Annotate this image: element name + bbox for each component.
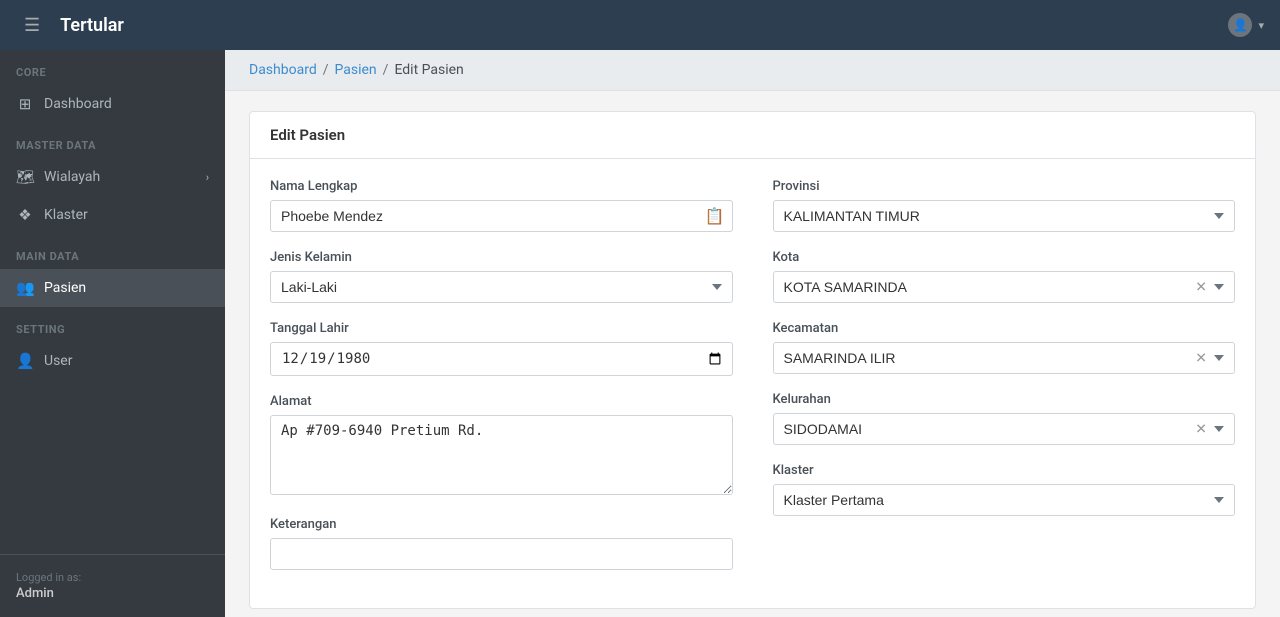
navbar: ☰ Tertular 👤 ▾ xyxy=(0,0,1280,50)
sidebar-item-klaster-label: Klaster xyxy=(44,207,88,223)
kelurahan-clear-button[interactable]: ✕ xyxy=(1193,421,1209,438)
kelurahan-select-wrapper: SIDODAMAI SUNGAI PINANG ✕ xyxy=(773,413,1236,445)
card-body: Nama Lengkap 📋 Jenis Kelamin Laki-Laki xyxy=(250,159,1255,608)
form-grid: Nama Lengkap 📋 Jenis Kelamin Laki-Laki xyxy=(270,179,1235,588)
nama-lengkap-input-wrapper: 📋 xyxy=(270,200,733,232)
user-dropdown-chevron: ▾ xyxy=(1258,19,1264,32)
label-jenis-kelamin: Jenis Kelamin xyxy=(270,250,733,265)
kelurahan-select[interactable]: SIDODAMAI SUNGAI PINANG xyxy=(773,413,1236,445)
breadcrumb-current: Edit Pasien xyxy=(394,62,463,78)
form-group-tanggal-lahir: Tanggal Lahir xyxy=(270,321,733,376)
form-group-nama-lengkap: Nama Lengkap 📋 xyxy=(270,179,733,232)
label-tanggal-lahir: Tanggal Lahir xyxy=(270,321,733,336)
sidebar-item-wialayah[interactable]: 🗺 Wialayah › xyxy=(0,158,225,196)
user-avatar-icon: 👤 xyxy=(1228,13,1252,37)
kota-clear-button[interactable]: ✕ xyxy=(1193,279,1209,296)
label-alamat: Alamat xyxy=(270,394,733,409)
label-keterangan: Keterangan xyxy=(270,517,733,532)
user-icon: 👤 xyxy=(16,352,34,370)
provinsi-select[interactable]: KALIMANTAN TIMUR JAWA BARAT JAWA TIMUR xyxy=(773,200,1236,232)
sidebar-item-dashboard-label: Dashboard xyxy=(44,96,112,112)
sidebar-section-setting-label: SETTING xyxy=(0,307,225,342)
sidebar-item-pasien-label: Pasien xyxy=(44,280,86,296)
logged-in-as-label: Logged in as: xyxy=(16,571,209,584)
kota-select[interactable]: KOTA SAMARINDA BALIKPAPAN xyxy=(773,271,1236,303)
sidebar-item-user-label: User xyxy=(44,353,72,369)
klaster-select[interactable]: Klaster Pertama Klaster Kedua xyxy=(773,484,1236,516)
kota-select-wrapper: KOTA SAMARINDA BALIKPAPAN ✕ xyxy=(773,271,1236,303)
form-group-provinsi: Provinsi KALIMANTAN TIMUR JAWA BARAT JAW… xyxy=(773,179,1236,232)
sidebar-section-master-data-label: MASTER DATA xyxy=(0,123,225,158)
tanggal-lahir-input[interactable] xyxy=(270,342,733,376)
nama-lengkap-input[interactable] xyxy=(270,200,733,232)
map-icon: 🗺 xyxy=(16,168,34,186)
form-group-kelurahan: Kelurahan SIDODAMAI SUNGAI PINANG ✕ xyxy=(773,392,1236,445)
sidebar-section-core: CORE ⊞ Dashboard xyxy=(0,50,225,123)
card-title: Edit Pasien xyxy=(250,112,1255,159)
breadcrumb: Dashboard / Pasien / Edit Pasien xyxy=(225,50,1280,91)
sidebar-section-master-data: MASTER DATA 🗺 Wialayah › ❖ Klaster xyxy=(0,123,225,234)
keterangan-input[interactable] xyxy=(270,538,733,570)
form-right-col: Provinsi KALIMANTAN TIMUR JAWA BARAT JAW… xyxy=(773,179,1236,588)
sidebar: CORE ⊞ Dashboard MASTER DATA 🗺 Wialayah … xyxy=(0,50,225,617)
sidebar-item-pasien[interactable]: 👥 Pasien xyxy=(0,269,225,307)
sidebar-item-user[interactable]: 👤 User xyxy=(0,342,225,380)
form-group-jenis-kelamin: Jenis Kelamin Laki-Laki Perempuan xyxy=(270,250,733,303)
calendar-icon: 📋 xyxy=(705,207,725,226)
sidebar-section-core-label: CORE xyxy=(0,50,225,85)
label-kecamatan: Kecamatan xyxy=(773,321,1236,336)
sidebar-item-klaster[interactable]: ❖ Klaster xyxy=(0,196,225,234)
label-provinsi: Provinsi xyxy=(773,179,1236,194)
form-group-klaster: Klaster Klaster Pertama Klaster Kedua xyxy=(773,463,1236,516)
sidebar-section-main-data-label: MAIN DATA xyxy=(0,234,225,269)
form-group-kecamatan: Kecamatan SAMARINDA ILIR SAMARINDA KOTA … xyxy=(773,321,1236,374)
dashboard-icon: ⊞ xyxy=(16,95,34,113)
sidebar-section-main-data: MAIN DATA 👥 Pasien xyxy=(0,234,225,307)
form-left-col: Nama Lengkap 📋 Jenis Kelamin Laki-Laki xyxy=(270,179,733,588)
wialayah-expand-arrow: › xyxy=(206,171,209,184)
sidebar-toggle-button[interactable]: ☰ xyxy=(16,11,48,40)
brand-logo: Tertular xyxy=(60,15,124,36)
breadcrumb-sep-2: / xyxy=(383,62,389,78)
breadcrumb-sep-1: / xyxy=(323,62,329,78)
klaster-icon: ❖ xyxy=(16,206,34,224)
user-menu[interactable]: 👤 ▾ xyxy=(1228,13,1264,37)
kecamatan-select[interactable]: SAMARINDA ILIR SAMARINDA KOTA xyxy=(773,342,1236,374)
sidebar-section-setting: SETTING 👤 User xyxy=(0,307,225,380)
label-klaster: Klaster xyxy=(773,463,1236,478)
label-kota: Kota xyxy=(773,250,1236,265)
breadcrumb-pasien[interactable]: Pasien xyxy=(335,62,377,78)
sidebar-item-dashboard[interactable]: ⊞ Dashboard xyxy=(0,85,225,123)
label-kelurahan: Kelurahan xyxy=(773,392,1236,407)
sidebar-footer: Logged in as: Admin xyxy=(0,554,225,617)
form-group-kota: Kota KOTA SAMARINDA BALIKPAPAN ✕ xyxy=(773,250,1236,303)
jenis-kelamin-select[interactable]: Laki-Laki Perempuan xyxy=(270,271,733,303)
sidebar-item-wialayah-label: Wialayah xyxy=(44,169,100,185)
logged-in-user-name: Admin xyxy=(16,586,209,601)
pasien-icon: 👥 xyxy=(16,279,34,297)
kecamatan-select-wrapper: SAMARINDA ILIR SAMARINDA KOTA ✕ xyxy=(773,342,1236,374)
form-group-alamat: Alamat Ap #709-6940 Pretium Rd. xyxy=(270,394,733,499)
main-content: Dashboard / Pasien / Edit Pasien Edit Pa… xyxy=(225,50,1280,617)
label-nama-lengkap: Nama Lengkap xyxy=(270,179,733,194)
kecamatan-clear-button[interactable]: ✕ xyxy=(1193,350,1209,367)
edit-pasien-card: Edit Pasien Nama Lengkap 📋 xyxy=(249,111,1256,609)
breadcrumb-dashboard[interactable]: Dashboard xyxy=(249,62,317,78)
form-group-keterangan: Keterangan xyxy=(270,517,733,570)
alamat-textarea[interactable]: Ap #709-6940 Pretium Rd. xyxy=(270,415,733,495)
